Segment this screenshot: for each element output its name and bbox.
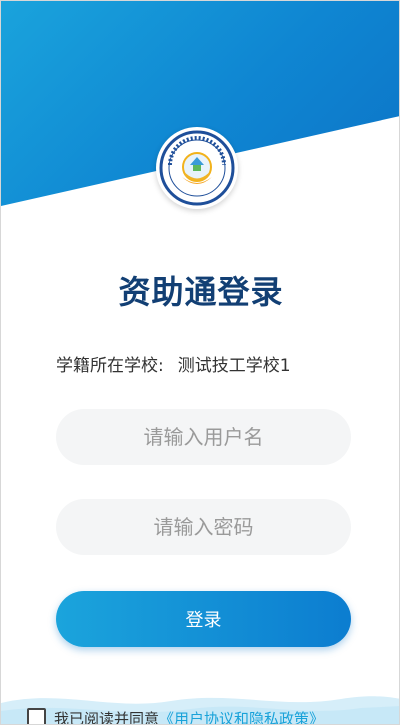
login-button[interactable]: 登录 <box>56 591 351 647</box>
agreement-link[interactable]: 《用户协议和隐私政策》 <box>159 710 324 724</box>
username-input[interactable] <box>56 409 351 465</box>
school-name: 测试技工学校1 <box>177 356 291 376</box>
page-title: 资助通登录 <box>118 273 284 311</box>
school-info: 学籍所在学校: 测试技工学校1 <box>56 351 291 376</box>
login-screen: 资助通登录 学籍所在学校: 测试技工学校1 登录 我已阅读并同意《用户协议和隐私政… <box>0 0 400 725</box>
school-logo <box>156 127 238 209</box>
password-input[interactable] <box>56 499 351 555</box>
agreement-prefix: 我已阅读并同意 <box>54 710 160 725</box>
school-label: 学籍所在学校: <box>56 356 164 376</box>
agreement-checkbox[interactable] <box>27 708 46 724</box>
agreement-row: 我已阅读并同意《用户协议和隐私政策》 <box>27 708 324 725</box>
